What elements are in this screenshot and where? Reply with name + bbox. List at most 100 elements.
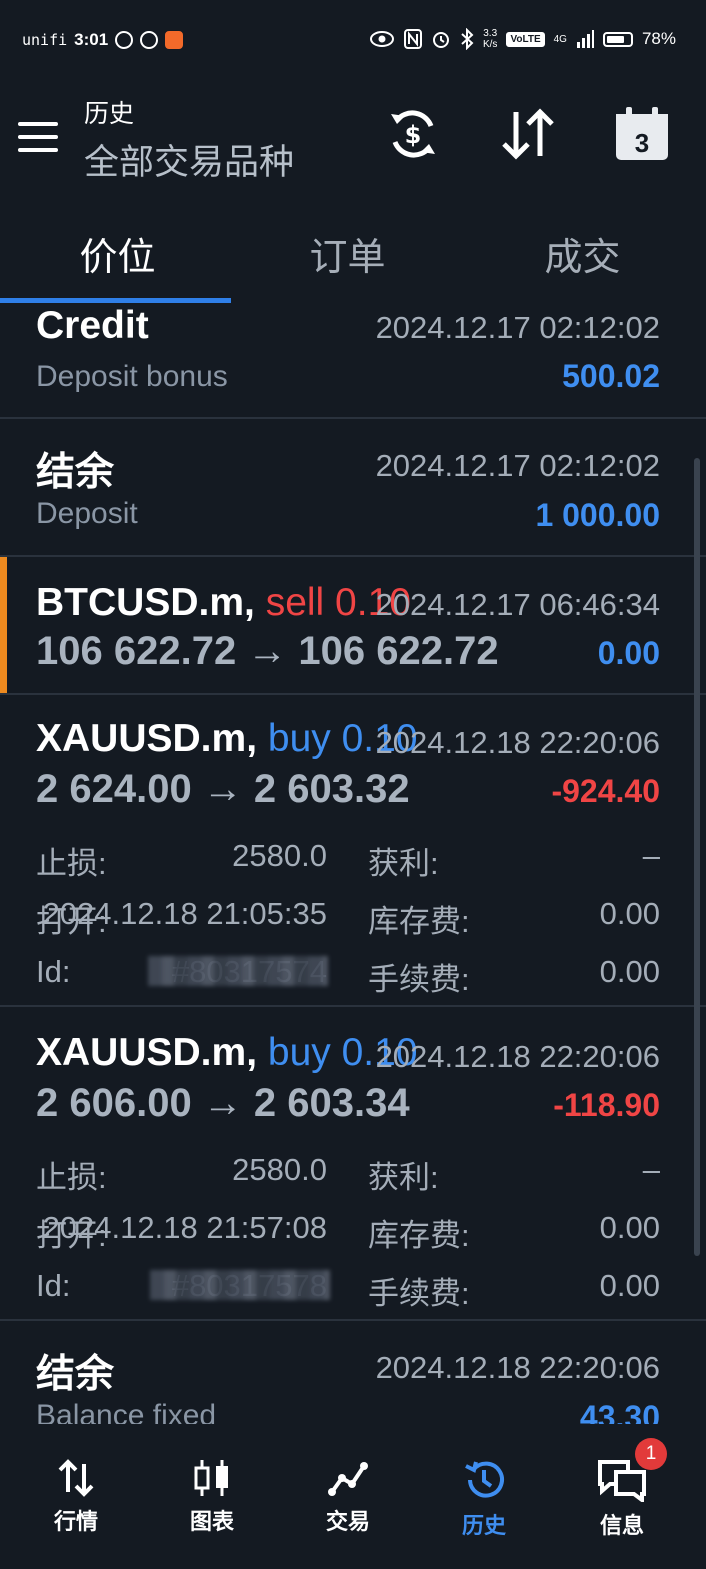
history-icon <box>465 1461 504 1498</box>
stop-loss-value: 2580.0 <box>232 838 327 873</box>
nav-chart[interactable]: 图表 <box>142 1458 282 1536</box>
signal-icon: 4G <box>553 33 567 45</box>
volte-badge: VoLTE <box>506 31 545 47</box>
chart-icon <box>194 1460 228 1496</box>
bluetooth-icon <box>461 28 474 50</box>
commission-value: 0.00 <box>599 954 660 989</box>
nfc-icon <box>403 29 422 49</box>
id-label: Id: <box>36 954 71 989</box>
deal-symbol-line: BTCUSD.m, sell 0.10 <box>36 581 411 625</box>
unread-badge: 1 <box>635 1438 667 1470</box>
brave-icon <box>165 31 184 49</box>
id-redaction <box>150 1270 330 1300</box>
deal-profit: -924.40 <box>551 773 660 809</box>
clock: 3:01 <box>74 30 109 49</box>
tab-orders[interactable]: 订单 <box>230 226 465 281</box>
history-tabs: 价位 订单 成交 <box>0 204 706 304</box>
id-label: Id: <box>36 1268 71 1303</box>
messenger-icon <box>115 31 134 49</box>
stop-loss-label: 止损: <box>36 846 107 881</box>
sort-icon[interactable] <box>498 104 558 164</box>
calendar-icon: 3 <box>616 107 668 160</box>
nav-label: 历史 <box>461 1514 506 1539</box>
svg-text:$: $ <box>405 121 422 149</box>
app-icon <box>140 31 159 49</box>
swap-value: 0.00 <box>599 896 660 931</box>
list-item[interactable]: XAUUSD.m, buy 0.10 2 624.00 → 2 603.32 2… <box>0 695 706 1007</box>
swap-label: 库存费: <box>368 904 470 939</box>
operation-time: 2024.12.17 02:12:02 <box>375 310 660 345</box>
deal-symbol-line: XAUUSD.m, buy 0.10 <box>36 717 418 761</box>
operation-type: 结余 <box>36 451 115 494</box>
eye-icon <box>369 31 394 47</box>
operation-comment: Deposit bonus <box>36 360 228 393</box>
symbol-filter[interactable]: 全部交易品种 <box>84 134 294 185</box>
deal-symbol: XAUUSD.m, <box>36 717 258 760</box>
nav-quotes[interactable]: 行情 <box>6 1458 146 1536</box>
deal-time: 2024.12.17 06:46:34 <box>375 587 660 622</box>
quotes-icon <box>58 1459 94 1497</box>
trade-icon <box>328 1462 368 1496</box>
nav-label: 图表 <box>189 1510 234 1535</box>
signal-bars-icon <box>576 30 594 48</box>
list-item[interactable]: BTCUSD.m, sell 0.10 106 622.72 → 106 622… <box>0 557 706 695</box>
currency-exchange-icon[interactable]: $ <box>383 104 443 164</box>
deal-prices: 2 606.00 → 2 603.34 <box>36 1081 410 1125</box>
scrollbar[interactable] <box>694 458 700 1256</box>
open-time-value: 2024.12.18 21:57:08 <box>42 1210 327 1245</box>
calendar-button[interactable]: 3 <box>612 104 672 164</box>
operation-amount: 1 000.00 <box>535 497 660 533</box>
deal-prices: 2 624.00 → 2 603.32 <box>36 767 410 811</box>
tab-positions[interactable]: 价位 <box>0 226 235 281</box>
commission-label: 手续费: <box>368 1276 470 1311</box>
tab-deals[interactable]: 成交 <box>465 226 700 281</box>
nav-label: 交易 <box>325 1510 370 1535</box>
deal-time: 2024.12.18 22:20:06 <box>375 725 660 760</box>
swap-value: 0.00 <box>599 1210 660 1245</box>
operation-type: 结余 <box>36 1353 115 1396</box>
open-time-value: 2024.12.18 21:05:35 <box>42 896 327 931</box>
battery-percent: 78% <box>641 29 676 48</box>
operation-time: 2024.12.18 22:20:06 <box>375 1350 660 1385</box>
take-profit-value: – <box>642 1152 660 1187</box>
nav-history[interactable]: 历史 <box>414 1458 554 1540</box>
list-item[interactable]: XAUUSD.m, buy 0.10 2 606.00 → 2 603.34 2… <box>0 1007 706 1321</box>
take-profit-value: – <box>642 838 660 873</box>
stop-loss-label: 止损: <box>36 1160 107 1195</box>
history-list[interactable]: Credit Deposit bonus 2024.12.17 02:12:02… <box>0 304 706 1424</box>
deal-time: 2024.12.18 22:20:06 <box>375 1039 660 1074</box>
deal-profit: 0.00 <box>597 635 660 671</box>
list-item[interactable]: 结余 Balance fixed 2024.12.18 22:20:06 43.… <box>0 1321 706 1424</box>
swap-label: 库存费: <box>368 1218 470 1253</box>
operation-type: Credit <box>36 304 149 347</box>
nav-label: 行情 <box>53 1510 98 1535</box>
carrier-label: unifi <box>22 31 68 49</box>
take-profit-label: 获利: <box>368 1160 439 1195</box>
bottom-navigation: 行情 图表 交易 历史 1 信息 <box>0 1428 706 1569</box>
menu-button[interactable] <box>18 122 60 156</box>
tab-indicator <box>0 298 231 303</box>
deal-symbol: XAUUSD.m, <box>36 1031 258 1074</box>
status-bar: unifi 3:01 3.3 K/s VoLTE 4G 78% <box>0 0 706 84</box>
alarm-icon <box>432 32 449 48</box>
deal-profit: -118.90 <box>553 1087 660 1123</box>
commission-value: 0.00 <box>599 1268 660 1303</box>
id-redaction <box>148 956 328 986</box>
operation-amount: 500.02 <box>562 358 660 394</box>
deal-symbol-line: XAUUSD.m, buy 0.10 <box>36 1031 418 1075</box>
operation-amount: 43.30 <box>579 1399 660 1424</box>
deal-symbol: BTCUSD.m, <box>36 581 255 624</box>
nav-messages[interactable]: 1 信息 <box>552 1438 692 1540</box>
nav-trade[interactable]: 交易 <box>278 1458 418 1536</box>
page-title: 历史 <box>84 99 135 128</box>
list-item[interactable]: 结余 Deposit 2024.12.17 02:12:02 1 000.00 <box>0 419 706 557</box>
commission-label: 手续费: <box>368 962 470 997</box>
list-item[interactable]: Credit Deposit bonus 2024.12.17 02:12:02… <box>0 304 706 419</box>
app-header: 历史 全部交易品种 $ 3 <box>0 84 706 204</box>
operation-comment: Deposit <box>36 497 138 530</box>
svg-text:3: 3 <box>635 128 649 158</box>
operation-time: 2024.12.17 02:12:02 <box>375 448 660 483</box>
stop-loss-value: 2580.0 <box>232 1152 327 1187</box>
take-profit-label: 获利: <box>368 846 439 881</box>
net-speed: 3.3 K/s <box>482 28 498 50</box>
